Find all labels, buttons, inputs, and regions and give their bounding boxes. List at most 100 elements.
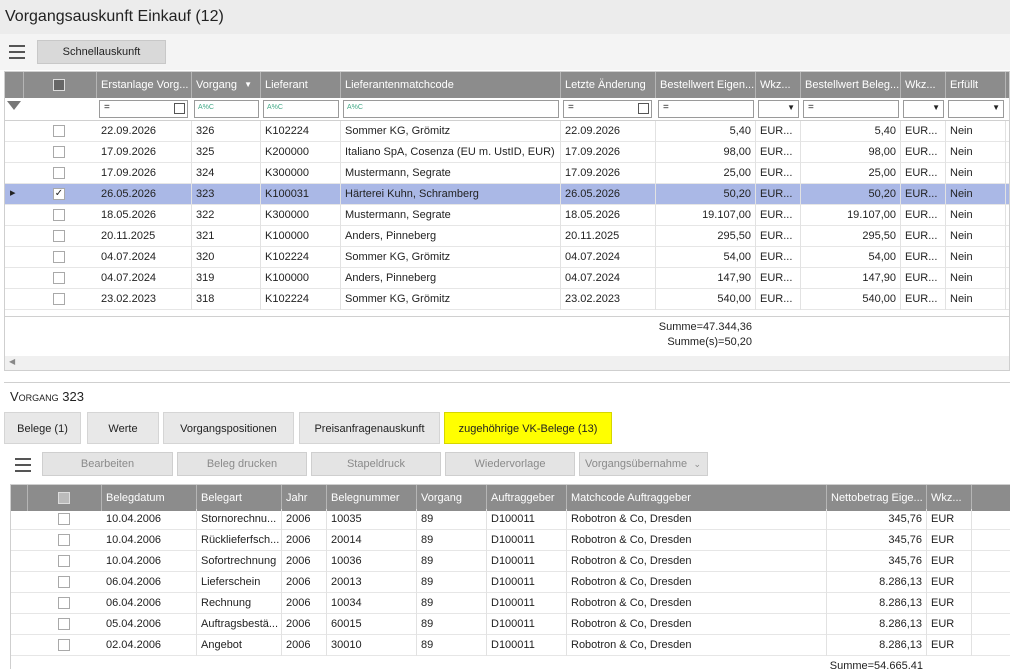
- table-row[interactable]: 10.04.2006 Stornorechnu... 2006 10035 89 D100…: [11, 509, 1010, 530]
- col-auftraggeber[interactable]: Auftraggeber: [487, 485, 567, 511]
- row-checkbox[interactable]: ✓: [53, 188, 65, 200]
- cell-wkz: EUR...: [756, 163, 801, 184]
- filter-matchcode[interactable]: A%C: [343, 100, 559, 118]
- tab-belege[interactable]: Belege (1): [4, 412, 81, 444]
- filter-vorgang[interactable]: A%C: [194, 100, 259, 118]
- filter-bestellwert-beleg[interactable]: =: [803, 100, 899, 118]
- row-checkbox[interactable]: [53, 293, 65, 305]
- table-row[interactable]: 18.05.2026 322 K300000 Mustermann, Segrate 1…: [5, 205, 1009, 226]
- cell-jahr: 2006: [282, 509, 327, 530]
- splitter[interactable]: [4, 382, 1010, 383]
- table-row[interactable]: 04.07.2024 320 K102224 Sommer KG, Grömitz 04…: [5, 247, 1009, 268]
- col-wkz-2[interactable]: Wkz...: [901, 72, 946, 98]
- select-all-checkbox[interactable]: [58, 492, 70, 504]
- cell-wkz: EUR...: [756, 226, 801, 247]
- col-lieferantenmatchcode[interactable]: Lieferantenmatchcode: [341, 72, 561, 98]
- col-erfuellt[interactable]: Erfüllt: [946, 72, 1006, 98]
- menu-icon[interactable]: [9, 45, 25, 59]
- table-row[interactable]: 23.02.2023 318 K102224 Sommer KG, Grömitz 23…: [5, 289, 1009, 310]
- row-checkbox[interactable]: [58, 639, 70, 651]
- cell-jahr: 2006: [282, 593, 327, 614]
- table-row[interactable]: 02.04.2006 Angebot 2006 30010 89 D100011 Robot…: [11, 635, 1010, 656]
- col-lieferant[interactable]: Lieferant: [261, 72, 341, 98]
- filter-icon[interactable]: [7, 101, 21, 110]
- row-checkbox[interactable]: [53, 146, 65, 158]
- row-checkbox[interactable]: [53, 209, 65, 221]
- filter-erfuellt[interactable]: ▼: [948, 100, 1004, 118]
- row-checkbox[interactable]: [58, 555, 70, 567]
- col-matchcode-auftraggeber[interactable]: Matchcode Auftraggeber: [567, 485, 827, 511]
- col-belegart[interactable]: Belegart: [197, 485, 282, 511]
- filter-bestellwert-eigen[interactable]: =: [658, 100, 754, 118]
- table-row[interactable]: 17.09.2026 324 K300000 Mustermann, Segrate 1…: [5, 163, 1009, 184]
- cell-ag: D100011: [487, 635, 567, 656]
- dropdown-icon[interactable]: ▼: [787, 103, 795, 112]
- calendar-icon[interactable]: [638, 103, 649, 114]
- table-row[interactable]: 04.07.2024 319 K100000 Anders, Pinneberg 04.…: [5, 268, 1009, 289]
- cell-lief: K100031: [261, 184, 341, 205]
- process-takeover-dropdown[interactable]: Vorgangsübernahme ⌄: [579, 452, 708, 476]
- table-row[interactable]: 22.09.2026 326 K102224 Sommer KG, Grömitz 22…: [5, 121, 1009, 142]
- print-document-button[interactable]: Beleg drucken: [177, 452, 307, 476]
- table-row[interactable]: 10.04.2006 Sofortrechnung 2006 10036 89 D1000…: [11, 551, 1010, 572]
- col-vorgang[interactable]: Vorgang ▼: [192, 72, 261, 98]
- table-row[interactable]: 20.11.2025 321 K100000 Anders, Pinneberg 20.…: [5, 226, 1009, 247]
- col-vorgang[interactable]: Vorgang: [417, 485, 487, 511]
- row-checkbox[interactable]: [58, 534, 70, 546]
- quick-info-button[interactable]: Schnellauskunft: [37, 40, 166, 64]
- filter-erstanlage[interactable]: =: [99, 100, 188, 118]
- col-nettobetrag[interactable]: Nettobetrag Eige...: [827, 485, 927, 511]
- col-bestellwert-beleg[interactable]: Bestellwert Beleg...: [801, 72, 901, 98]
- select-all-checkbox[interactable]: [53, 79, 65, 91]
- row-checkbox[interactable]: [58, 597, 70, 609]
- table-row[interactable]: 06.04.2006 Lieferschein 2006 20013 89 D100011…: [11, 572, 1010, 593]
- row-checkbox[interactable]: [58, 576, 70, 588]
- tab-werte[interactable]: Werte: [87, 412, 159, 444]
- cell-vorg: 89: [417, 551, 487, 572]
- menu-icon[interactable]: [15, 458, 31, 472]
- row-checkbox[interactable]: [58, 513, 70, 525]
- table-row[interactable]: 06.04.2006 Rechnung 2006 10034 89 D100011 Robo…: [11, 593, 1010, 614]
- row-checkbox[interactable]: [53, 251, 65, 263]
- row-checkbox[interactable]: [53, 230, 65, 242]
- dropdown-icon[interactable]: ▼: [992, 103, 1000, 112]
- col-bestellwert-eigen[interactable]: Bestellwert Eigen...: [656, 72, 756, 98]
- filter-lieferant[interactable]: A%C: [263, 100, 339, 118]
- row-checkbox[interactable]: [53, 125, 65, 137]
- col-erstanlage[interactable]: Erstanlage Vorg...: [97, 72, 192, 98]
- cell-wert2: 98,00: [801, 142, 901, 163]
- table-row[interactable]: 17.09.2026 325 K200000 Italiano SpA, Cosenz…: [5, 142, 1009, 163]
- row-checkbox[interactable]: [58, 618, 70, 630]
- dropdown-icon[interactable]: ▼: [932, 103, 940, 112]
- table-row[interactable]: ▸ ✓ 26.05.2026 323 K100031 Härterei Kuhn, Sch…: [5, 184, 1009, 205]
- scroll-left-icon[interactable]: ◀: [9, 357, 15, 366]
- col-wkz[interactable]: Wkz...: [927, 485, 972, 511]
- col-letzte-aenderung[interactable]: Letzte Änderung: [561, 72, 656, 98]
- filter-row: = A%C A%C A%C = = ▼ = ▼ ▼: [5, 98, 1009, 121]
- tab-preisanfragenauskunft[interactable]: Preisanfragenauskunft: [299, 412, 440, 444]
- tab-vk-belege[interactable]: zugehöhrige VK-Belege (13): [444, 412, 612, 444]
- filter-letzte-aenderung[interactable]: =: [563, 100, 652, 118]
- tab-vorgangspositionen[interactable]: Vorgangspositionen: [163, 412, 294, 444]
- cell-wert2: 25,00: [801, 163, 901, 184]
- header-select-all[interactable]: [28, 485, 102, 511]
- batch-print-button[interactable]: Stapeldruck: [311, 452, 441, 476]
- cell-wkz: EUR...: [756, 247, 801, 268]
- header-select-all[interactable]: [24, 72, 97, 98]
- cell-vorgang: 320: [192, 247, 261, 268]
- col-belegdatum[interactable]: Belegdatum: [102, 485, 197, 511]
- resubmission-button[interactable]: Wiedervorlage: [445, 452, 575, 476]
- filter-wkz-2[interactable]: ▼: [903, 100, 944, 118]
- col-jahr[interactable]: Jahr: [282, 485, 327, 511]
- row-checkbox[interactable]: [53, 167, 65, 179]
- filter-wkz[interactable]: ▼: [758, 100, 799, 118]
- calendar-icon[interactable]: [174, 103, 185, 114]
- col-wkz[interactable]: Wkz...: [756, 72, 801, 98]
- cell-erf: Nein: [946, 226, 1006, 247]
- horizontal-scrollbar[interactable]: ◀: [5, 356, 1009, 370]
- col-belegnummer[interactable]: Belegnummer: [327, 485, 417, 511]
- table-row[interactable]: 10.04.2006 Rücklieferfsch... 2006 20014 89 D1…: [11, 530, 1010, 551]
- table-row[interactable]: 05.04.2006 Auftragsbestä... 2006 60015 89 D10…: [11, 614, 1010, 635]
- row-checkbox[interactable]: [53, 272, 65, 284]
- edit-button[interactable]: Bearbeiten: [42, 452, 173, 476]
